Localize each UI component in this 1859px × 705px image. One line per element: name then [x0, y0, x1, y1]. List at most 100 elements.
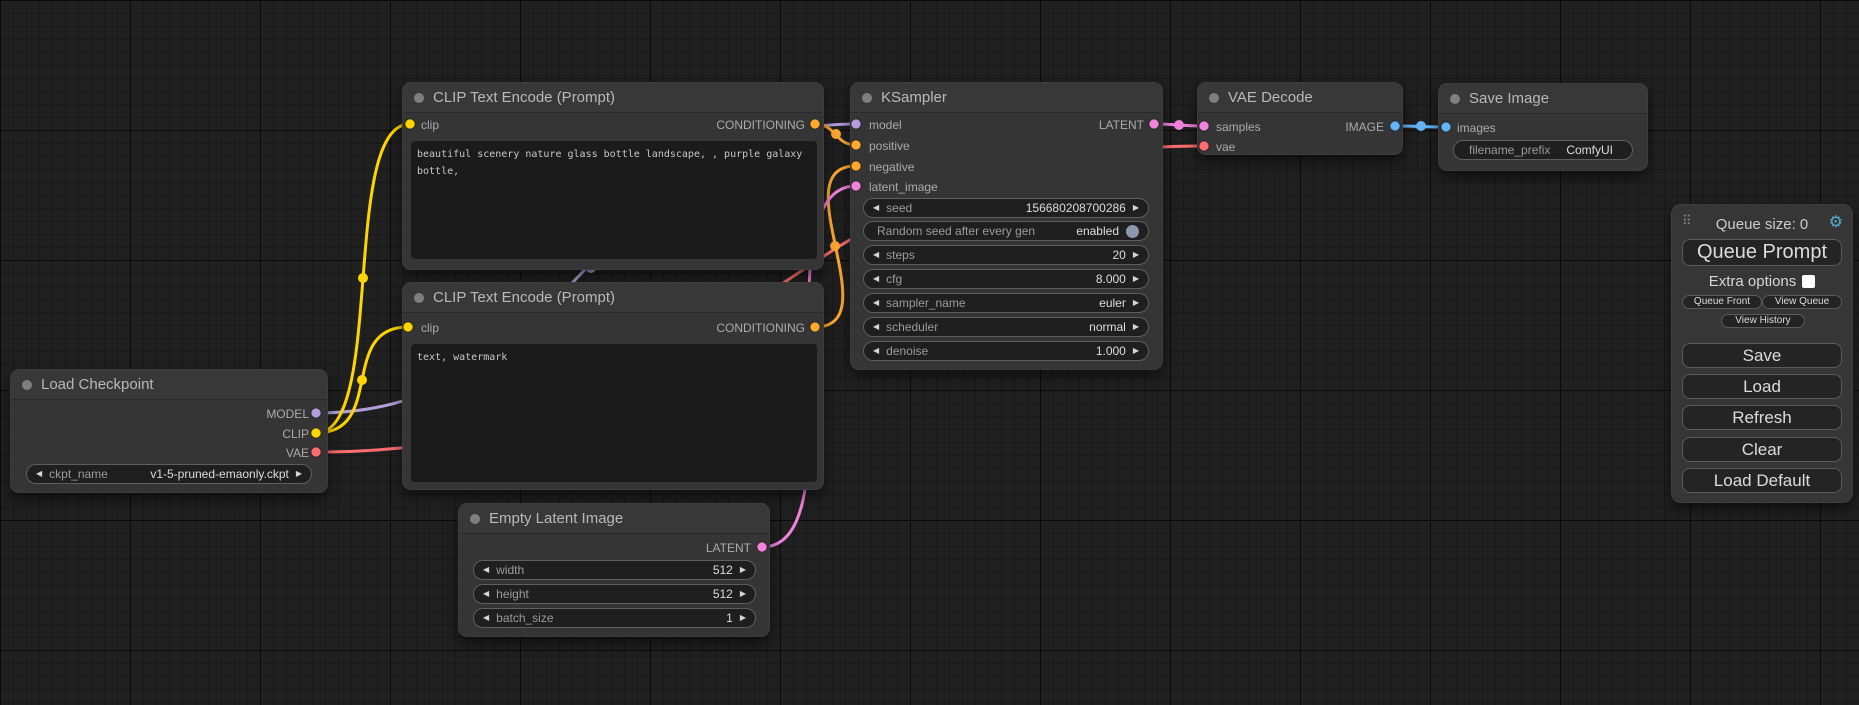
widget-steps[interactable]: ◀ steps 20 ▶	[863, 245, 1149, 265]
output-clip-label: CLIP	[282, 424, 309, 444]
widget-denoise[interactable]: ◀ denoise 1.000 ▶	[863, 341, 1149, 361]
collapse-dot-icon[interactable]	[1209, 93, 1219, 103]
widget-label: steps	[886, 248, 915, 262]
output-model-label: MODEL	[266, 404, 309, 424]
node-empty-latent-image-titlebar[interactable]: Empty Latent Image	[459, 504, 769, 534]
node-ksampler-titlebar[interactable]: KSampler	[851, 83, 1162, 113]
increment-arrow-icon[interactable]: ▶	[1133, 317, 1139, 337]
increment-arrow-icon[interactable]: ▶	[740, 608, 746, 628]
node-load-checkpoint[interactable]: Load Checkpoint MODEL CLIP VAE ◀ ckpt_na…	[10, 369, 328, 493]
decrement-arrow-icon[interactable]: ◀	[873, 293, 879, 313]
link-dot-conditioning-negative[interactable]	[830, 241, 840, 251]
queue-panel: ⠿ Queue size: 0 ⚙ Queue Prompt Extra opt…	[1671, 204, 1853, 503]
collapse-dot-icon[interactable]	[22, 380, 32, 390]
clear-button[interactable]: Clear	[1682, 437, 1842, 462]
decrement-arrow-icon[interactable]: ◀	[483, 584, 489, 604]
link-dot-conditioning-positive[interactable]	[831, 129, 841, 139]
widget-filename-prefix[interactable]: filename_prefix ComfyUI	[1453, 140, 1633, 160]
refresh-button[interactable]: Refresh	[1682, 405, 1842, 430]
node-clip-text-encode-positive[interactable]: CLIP Text Encode (Prompt) clip CONDITION…	[402, 82, 824, 270]
node-save-image[interactable]: Save Image images filename_prefix ComfyU…	[1438, 83, 1648, 171]
gear-icon[interactable]: ⚙	[1829, 212, 1843, 232]
input-latent-image-label: latent_image	[869, 177, 938, 197]
queue-front-button[interactable]: Queue Front	[1682, 295, 1762, 309]
widget-value: ComfyUI	[1566, 143, 1613, 157]
collapse-dot-icon[interactable]	[414, 93, 424, 103]
decrement-arrow-icon[interactable]: ◀	[873, 269, 879, 289]
queue-prompt-button[interactable]: Queue Prompt	[1682, 239, 1842, 266]
widget-value: v1-5-pruned-emaonly.ckpt	[150, 467, 289, 481]
link-clip-positive[interactable]	[316, 124, 410, 433]
node-clip-text-encode-positive-titlebar[interactable]: CLIP Text Encode (Prompt)	[403, 83, 823, 113]
widget-value: 512	[713, 563, 733, 577]
node-title: CLIP Text Encode (Prompt)	[433, 283, 615, 313]
node-clip-text-encode-negative[interactable]: CLIP Text Encode (Prompt) clip CONDITION…	[402, 282, 824, 490]
increment-arrow-icon[interactable]: ▶	[740, 560, 746, 580]
collapse-dot-icon[interactable]	[862, 93, 872, 103]
node-title: KSampler	[881, 83, 947, 113]
widget-random-seed[interactable]: Random seed after every gen enabled	[863, 221, 1149, 241]
output-latent-label: LATENT	[1099, 115, 1144, 135]
prompt-textarea[interactable]: text, watermark	[411, 344, 817, 482]
queue-size-label: Queue size: 0	[1672, 216, 1852, 233]
decrement-arrow-icon[interactable]: ◀	[873, 317, 879, 337]
widget-label: cfg	[886, 272, 902, 286]
increment-arrow-icon[interactable]: ▶	[1133, 245, 1139, 265]
widget-cfg[interactable]: ◀ cfg 8.000 ▶	[863, 269, 1149, 289]
increment-arrow-icon[interactable]: ▶	[1133, 198, 1139, 218]
output-vae-label: VAE	[286, 443, 309, 463]
node-load-checkpoint-titlebar[interactable]: Load Checkpoint	[11, 370, 327, 400]
link-dot-clip-negative[interactable]	[357, 375, 367, 385]
link-dot-clip-positive[interactable]	[358, 273, 368, 283]
load-button[interactable]: Load	[1682, 374, 1842, 399]
widget-batch-size[interactable]: ◀ batch_size 1 ▶	[473, 608, 756, 628]
widget-sampler-name[interactable]: ◀ sampler_name euler ▶	[863, 293, 1149, 313]
load-default-button[interactable]: Load Default	[1682, 468, 1842, 493]
increment-arrow-icon[interactable]: ▶	[296, 464, 302, 484]
node-ksampler[interactable]: KSampler model LATENT positive negative …	[850, 82, 1163, 370]
collapse-dot-icon[interactable]	[470, 514, 480, 524]
output-conditioning-label: CONDITIONING	[716, 115, 805, 135]
collapse-dot-icon[interactable]	[414, 293, 424, 303]
node-vae-decode-titlebar[interactable]: VAE Decode	[1198, 83, 1402, 113]
link-dot-image[interactable]	[1416, 121, 1426, 131]
view-history-button[interactable]: View History	[1721, 314, 1805, 328]
widget-label: seed	[886, 201, 912, 215]
output-latent-label: LATENT	[706, 538, 751, 558]
node-vae-decode[interactable]: VAE Decode samples IMAGE vae	[1197, 82, 1403, 155]
widget-seed[interactable]: ◀ seed 156680208700286 ▶	[863, 198, 1149, 218]
collapse-dot-icon[interactable]	[1450, 94, 1460, 104]
widget-scheduler[interactable]: ◀ scheduler normal ▶	[863, 317, 1149, 337]
widget-value: 512	[713, 587, 733, 601]
decrement-arrow-icon[interactable]: ◀	[483, 608, 489, 628]
increment-arrow-icon[interactable]: ▶	[1133, 269, 1139, 289]
save-button[interactable]: Save	[1682, 343, 1842, 368]
increment-arrow-icon[interactable]: ▶	[1133, 293, 1139, 313]
node-empty-latent-image[interactable]: Empty Latent Image LATENT ◀ width 512 ▶ …	[458, 503, 770, 637]
node-clip-text-encode-negative-titlebar[interactable]: CLIP Text Encode (Prompt)	[403, 283, 823, 313]
input-clip-label: clip	[421, 318, 439, 338]
increment-arrow-icon[interactable]: ▶	[1133, 341, 1139, 361]
extra-options-checkbox[interactable]	[1802, 275, 1815, 288]
node-save-image-titlebar[interactable]: Save Image	[1439, 84, 1647, 114]
widget-value: 1	[726, 611, 733, 625]
prompt-textarea[interactable]: beautiful scenery nature glass bottle la…	[411, 141, 817, 259]
decrement-arrow-icon[interactable]: ◀	[36, 464, 42, 484]
decrement-arrow-icon[interactable]: ◀	[873, 198, 879, 218]
comfyui-canvas[interactable]: { "canvas": { "background": "#202020" },…	[0, 0, 1859, 705]
output-conditioning-label: CONDITIONING	[716, 318, 805, 338]
decrement-arrow-icon[interactable]: ◀	[873, 341, 879, 361]
node-title: Empty Latent Image	[489, 504, 623, 534]
decrement-arrow-icon[interactable]: ◀	[873, 245, 879, 265]
link-dot-latent-out[interactable]	[1174, 120, 1184, 130]
increment-arrow-icon[interactable]: ▶	[740, 584, 746, 604]
widget-height[interactable]: ◀ height 512 ▶	[473, 584, 756, 604]
widget-label: Random seed after every gen	[877, 224, 1035, 238]
extra-options-label: Extra options	[1709, 273, 1797, 290]
view-queue-button[interactable]: View Queue	[1762, 295, 1842, 309]
decrement-arrow-icon[interactable]: ◀	[483, 560, 489, 580]
widget-ckpt-name[interactable]: ◀ ckpt_name v1-5-pruned-emaonly.ckpt ▶	[26, 464, 312, 484]
widget-width[interactable]: ◀ width 512 ▶	[473, 560, 756, 580]
link-clip-negative[interactable]	[316, 327, 408, 433]
random-seed-toggle[interactable]	[1126, 225, 1139, 238]
